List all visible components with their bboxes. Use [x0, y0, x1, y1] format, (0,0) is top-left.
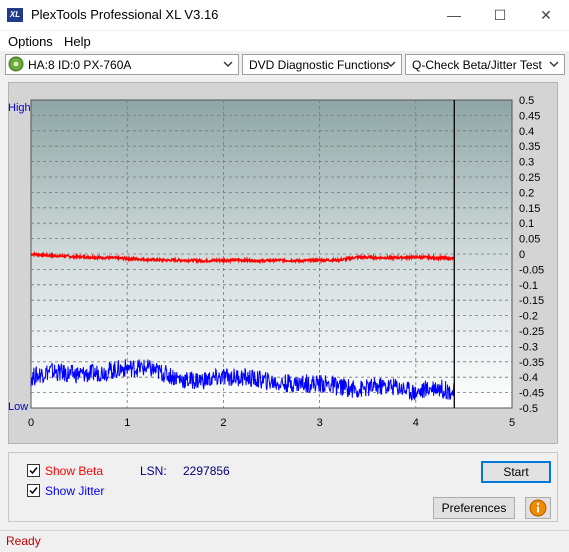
y-tick-label: -0.15	[519, 295, 544, 307]
y-tick-label: 0.3	[519, 157, 534, 169]
y-tick-label: -0.3	[519, 341, 538, 353]
y-tick-label: -0.2	[519, 311, 538, 323]
preferences-button[interactable]: Preferences	[433, 497, 515, 519]
show-jitter-label[interactable]: Show Jitter	[45, 484, 104, 498]
y-tick-label: 0.2	[519, 187, 534, 199]
chart-panel: High Low 0 1 2 3 4 5 0.5 0.45 0.4 0.35 0.3 0.25 0.2…	[8, 82, 558, 444]
menu-options[interactable]: Options	[8, 34, 53, 49]
drive-select[interactable]: HA:8 ID:0 PX-760A	[5, 54, 239, 75]
y-tick-label: -0.4	[519, 372, 538, 384]
y-tick-label: 0	[519, 249, 525, 261]
lsn-value: 2297856	[183, 464, 230, 478]
chevron-down-icon	[223, 61, 233, 67]
function-select[interactable]: DVD Diagnostic Functions	[242, 54, 402, 75]
check-icon	[29, 487, 38, 495]
y-tick-label: 0.15	[519, 203, 540, 215]
maximize-button[interactable]: ☐	[477, 0, 523, 30]
minimize-button[interactable]: —	[431, 0, 477, 30]
x-tick-label: 2	[220, 417, 226, 429]
info-icon	[529, 499, 547, 517]
status-bar: Ready	[0, 530, 569, 552]
window-title: PlexTools Professional XL V3.16	[31, 7, 219, 22]
y-tick-label: -0.05	[519, 264, 544, 276]
title-bar: XL PlexTools Professional XL V3.16 — ☐ ✕	[0, 0, 569, 30]
y-tick-label: 0.1	[519, 218, 534, 230]
menu-help[interactable]: Help	[64, 34, 91, 49]
x-tick-label: 5	[509, 417, 515, 429]
y-tick-label: 0.45	[519, 110, 540, 122]
app-icon: XL	[7, 8, 23, 22]
high-label: High	[8, 102, 31, 114]
y-tick-label: -0.5	[519, 403, 538, 415]
show-beta-checkbox[interactable]	[27, 464, 40, 477]
lsn-label: LSN:	[140, 464, 167, 478]
y-tick-label: -0.45	[519, 388, 544, 400]
info-button[interactable]	[525, 497, 551, 519]
show-jitter-checkbox[interactable]	[27, 484, 40, 497]
chevron-down-icon	[549, 61, 559, 67]
x-tick-label: 4	[413, 417, 419, 429]
close-button[interactable]: ✕	[523, 0, 569, 30]
check-icon	[29, 467, 38, 475]
status-text: Ready	[6, 534, 41, 548]
chevron-down-icon	[386, 61, 396, 67]
controls-panel: Show Beta Show Jitter LSN: 2297856 Start…	[8, 452, 558, 522]
x-tick-label: 1	[124, 417, 130, 429]
y-tick-label: 0.05	[519, 234, 540, 246]
show-beta-label[interactable]: Show Beta	[45, 464, 103, 478]
low-label: Low	[8, 401, 28, 413]
y-tick-label: 0.4	[519, 126, 534, 138]
menu-bar: Options Help	[0, 31, 569, 51]
x-tick-label: 0	[28, 417, 34, 429]
y-tick-label: 0.35	[519, 141, 540, 153]
y-tick-label: 0.5	[519, 95, 534, 107]
y-tick-label: -0.1	[519, 280, 538, 292]
beta-jitter-chart: High Low 0 1 2 3 4 5 0.5 0.45 0.4 0.35 0.3 0.25 0.2…	[8, 95, 544, 429]
y-tick-label: -0.25	[519, 326, 544, 338]
test-select[interactable]: Q-Check Beta/Jitter Test	[405, 54, 565, 75]
y-tick-label: -0.35	[519, 357, 544, 369]
y-tick-label: 0.25	[519, 172, 540, 184]
start-button[interactable]: Start	[481, 461, 551, 483]
x-tick-label: 3	[317, 417, 323, 429]
drive-icon	[8, 56, 24, 72]
